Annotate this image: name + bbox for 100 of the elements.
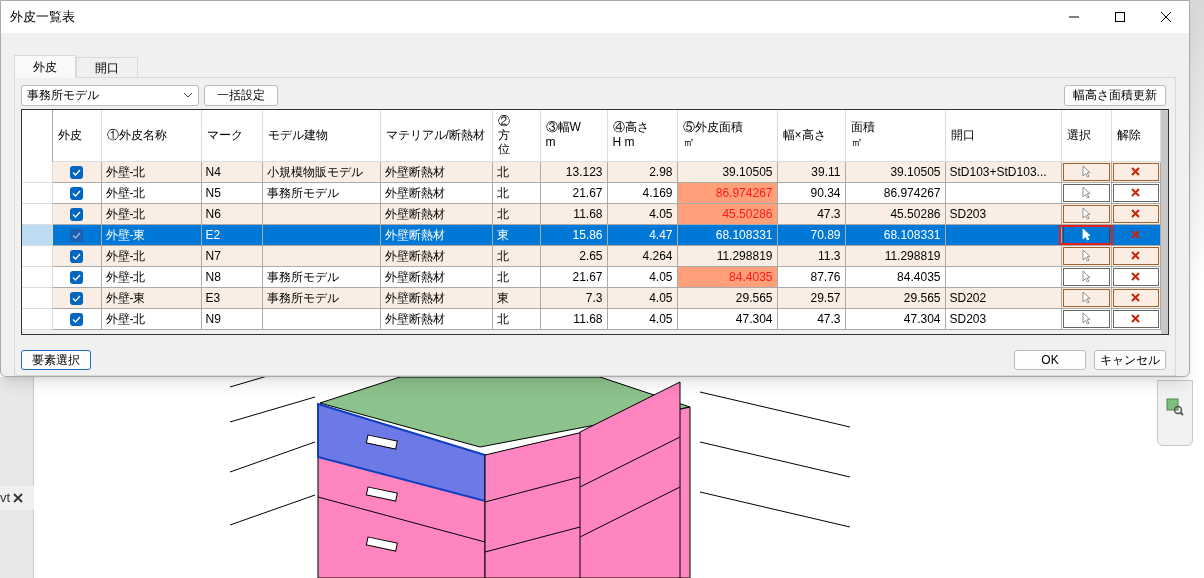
close-icon <box>1131 272 1140 281</box>
table-cell: StD103+StD103... <box>949 164 1047 179</box>
table-cell: 87.76 <box>810 269 841 284</box>
element-select-button[interactable]: 要素選択 <box>21 350 91 370</box>
table-cell: 84.4035 <box>897 269 941 284</box>
table-cell: N7 <box>205 248 221 263</box>
table-cell: 外壁断熱材 <box>384 248 445 263</box>
checkbox[interactable] <box>70 165 83 179</box>
checkbox[interactable] <box>70 207 83 221</box>
select-button[interactable] <box>1062 267 1110 286</box>
remove-button[interactable] <box>1112 309 1159 328</box>
table-cell: 4.264 <box>642 248 673 263</box>
checkbox[interactable] <box>70 270 83 284</box>
table-cell: 4.05 <box>649 206 673 221</box>
table-cell: 外壁断熱材 <box>384 269 445 284</box>
tab[interactable]: 開口 <box>76 57 138 77</box>
close-icon[interactable] <box>13 493 24 503</box>
select-button[interactable] <box>1062 246 1110 265</box>
table-cell: 4.47 <box>649 227 673 242</box>
column-header: ⑤外皮面積 <box>682 120 743 136</box>
tab[interactable]: 外皮 <box>14 55 76 78</box>
remove-button[interactable] <box>1112 288 1159 307</box>
remove-button[interactable] <box>1112 246 1159 265</box>
ok-button[interactable]: OK <box>1014 350 1086 370</box>
table-cell: E2 <box>205 227 221 242</box>
table-row[interactable]: 外壁-東 E2 外壁断熱材 東 15.86 4.47 68.108331 70.89 68.108331 <box>22 224 1160 245</box>
close-icon <box>1131 293 1140 302</box>
checkbox[interactable] <box>70 228 83 242</box>
table-row[interactable]: 外壁-北 N8 事務所モデル 外壁断熱材 北 21.67 4.05 84.4035 87.76 84.4035 <box>22 266 1160 287</box>
table-cell: 事務所モデル <box>266 185 339 200</box>
checkbox[interactable] <box>70 186 83 200</box>
cursor-icon <box>1081 165 1091 178</box>
table-cell: 45.50286 <box>722 206 773 221</box>
table-cell: 15.86 <box>572 227 603 242</box>
zoom-icon[interactable] <box>1166 398 1184 416</box>
table-cell: 47.3 <box>817 206 841 221</box>
table-cell: 29.565 <box>903 290 941 305</box>
remove-button[interactable] <box>1112 183 1159 202</box>
table-cell: 東 <box>496 227 509 242</box>
table-cell: 4.05 <box>649 290 673 305</box>
close-icon <box>1131 188 1140 197</box>
cancel-button[interactable]: キャンセル <box>1094 350 1166 370</box>
table-cell: 68.108331 <box>883 227 941 242</box>
table-cell: 21.67 <box>572 269 603 284</box>
panel-tab-label: vt <box>0 489 11 508</box>
table-cell: 68.108331 <box>715 227 773 242</box>
column-header: マーク <box>206 127 243 143</box>
table-cell: 90.34 <box>810 185 841 200</box>
close-icon <box>1131 230 1140 239</box>
remove-button[interactable] <box>1112 204 1159 223</box>
remove-button[interactable] <box>1112 162 1159 181</box>
checkbox[interactable] <box>70 291 83 305</box>
update-button[interactable]: 幅高さ面積更新 <box>1064 84 1166 106</box>
table-cell: 北 <box>496 206 509 221</box>
checkbox[interactable] <box>70 249 83 263</box>
select-button[interactable] <box>1062 204 1110 223</box>
table-cell: 70.89 <box>810 227 841 242</box>
table-row[interactable]: 外壁-北 N4 小規模物販モデル 外壁断熱材 北 13.123 2.98 39.10505 39.11 39.10505 StD103+StD103... <box>22 161 1160 182</box>
column-header: モデル建物 <box>267 127 328 143</box>
table-cell: 外壁-北 <box>105 164 146 179</box>
table-row[interactable]: 外壁-北 N6 外壁断熱材 北 11.68 4.05 45.50286 47.3 45.50286 SD203 <box>22 203 1160 224</box>
column-header: 面積 <box>850 120 875 136</box>
select-button[interactable] <box>1062 162 1110 181</box>
table-cell: 2.98 <box>649 164 673 179</box>
table-cell: 11.298819 <box>716 248 773 263</box>
model-dropdown[interactable]: 事務所モデル <box>21 84 199 106</box>
table-cell: 39.11 <box>811 164 841 179</box>
cursor-icon <box>1081 312 1091 325</box>
table-cell: 外壁断熱材 <box>384 185 445 200</box>
table-cell: 39.10505 <box>722 164 773 179</box>
select-button[interactable] <box>1062 183 1110 202</box>
table-cell: 外壁断熱材 <box>384 206 445 221</box>
table-row[interactable]: 外壁-北 N9 外壁断熱材 北 11.68 4.05 47.304 47.3 47.304 SD203 <box>22 308 1160 329</box>
scrollbar[interactable] <box>1160 110 1168 334</box>
table-cell: 84.4035 <box>729 269 773 284</box>
table-cell: 4.169 <box>642 185 673 200</box>
table-cell: E3 <box>205 290 221 305</box>
table-cell: 東 <box>496 290 509 305</box>
table-row[interactable]: 外壁-北 N7 外壁断熱材 北 2.65 4.264 11.298819 11.3 11.298819 <box>22 245 1160 266</box>
table-row[interactable]: 外壁-東 E3 事務所モデル 外壁断熱材 東 7.3 4.05 29.565 29.57 29.565 SD202 <box>22 287 1160 308</box>
table-cell: 2.65 <box>579 248 603 263</box>
close-icon <box>1161 12 1171 22</box>
table-cell: 北 <box>496 164 509 179</box>
table-row[interactable]: 外壁-北 N5 事務所モデル 外壁断熱材 北 21.67 4.169 86.974267 90.34 86.974267 <box>22 182 1160 203</box>
cursor-icon <box>1081 270 1091 283</box>
remove-button[interactable] <box>1112 267 1159 286</box>
table-cell: 外壁断熱材 <box>384 164 445 179</box>
window-title: 外皮一覧表 <box>9 8 76 27</box>
checkbox[interactable] <box>70 312 83 326</box>
select-button[interactable] <box>1062 309 1110 328</box>
cursor-icon <box>1081 249 1091 262</box>
cursor-icon <box>1081 291 1091 304</box>
table-cell: 外壁断熱材 <box>384 290 445 305</box>
unit-label: H m <box>612 135 635 151</box>
table-cell: 86.974267 <box>883 185 941 200</box>
bulk-setting-button[interactable]: 一括設定 <box>204 84 278 106</box>
select-button[interactable] <box>1062 288 1110 307</box>
column-header: 幅×高さ <box>782 127 826 143</box>
column-header: ①外皮名称 <box>106 127 167 143</box>
column-header: 解除 <box>1116 127 1141 143</box>
